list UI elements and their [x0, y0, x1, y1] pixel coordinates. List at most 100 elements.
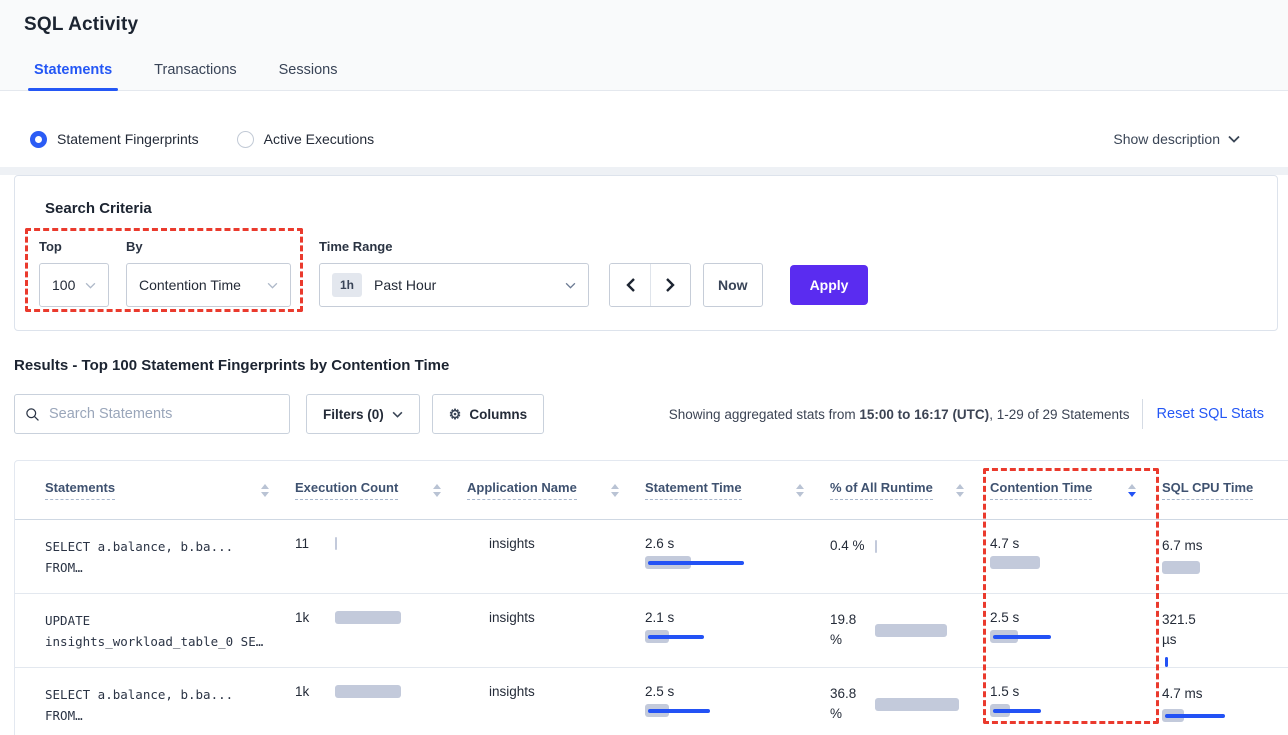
- col-header-application-name[interactable]: Application Name: [467, 480, 645, 500]
- radio-active-executions[interactable]: Active Executions: [237, 131, 375, 148]
- radio-unselected-icon[interactable]: [237, 131, 254, 148]
- apply-button[interactable]: Apply: [790, 265, 869, 305]
- sort-icon[interactable]: [611, 484, 619, 497]
- time-range-label: Time Range: [319, 239, 589, 254]
- tab-transactions[interactable]: Transactions: [154, 62, 236, 91]
- vertical-divider: [1142, 399, 1143, 429]
- sql-activity-page: SQL Activity Statements Transactions Ses…: [0, 0, 1288, 735]
- time-range-pager: [609, 263, 691, 307]
- next-time-button[interactable]: [650, 264, 690, 306]
- time-range-value: Past Hour: [374, 277, 436, 293]
- search-icon: [25, 407, 40, 422]
- tab-statements[interactable]: Statements: [34, 62, 112, 91]
- contention-time-cell: 2.5 s: [990, 610, 1162, 643]
- radio-label: Active Executions: [264, 131, 375, 147]
- search-statements-box[interactable]: [14, 394, 290, 434]
- table-row[interactable]: SELECT a.balance, b.ba... FROM… 11 insig…: [15, 519, 1288, 593]
- pct-runtime-bar: [875, 624, 947, 637]
- section-gap: [0, 167, 1288, 175]
- pct-runtime-bar: [875, 540, 877, 553]
- table-row[interactable]: UPDATE insights_workload_table_0 SE… 1k …: [15, 593, 1288, 667]
- sql-cpu-time-cell: 4.7 ms: [1162, 684, 1288, 722]
- table-row[interactable]: SELECT a.balance, b.ba... FROM… 1k insig…: [15, 667, 1288, 735]
- statement-time-cell: 2.6 s: [645, 536, 830, 569]
- statement-time-bar: [645, 630, 830, 643]
- show-description-toggle[interactable]: Show description: [1113, 131, 1258, 147]
- top-select[interactable]: 100: [39, 263, 109, 307]
- time-range-badge: 1h: [332, 273, 362, 297]
- prev-time-button[interactable]: [610, 264, 650, 306]
- time-range-field: Time Range 1h Past Hour: [319, 239, 589, 307]
- execution-count-cell: 1k: [295, 610, 467, 625]
- chevron-down-icon: [1228, 135, 1240, 143]
- by-label: By: [126, 239, 291, 254]
- tab-bar: Statements Transactions Sessions: [34, 62, 1288, 91]
- page-header: SQL Activity Statements Transactions Ses…: [0, 0, 1288, 91]
- contention-time-cell: 1.5 s: [990, 684, 1162, 717]
- radio-statement-fingerprints[interactable]: Statement Fingerprints: [30, 131, 199, 148]
- tab-sessions[interactable]: Sessions: [279, 62, 338, 91]
- statements-table: Statements Execution Count Application N…: [14, 460, 1288, 735]
- by-field: By Contention Time: [126, 239, 291, 307]
- execution-count-bar: [335, 537, 337, 550]
- showing-stats-text: Showing aggregated stats from 15:00 to 1…: [669, 407, 1130, 422]
- pct-runtime-cell: 19.8 %: [830, 610, 990, 650]
- show-description-label: Show description: [1113, 131, 1220, 147]
- radio-selected-icon[interactable]: [30, 131, 47, 148]
- col-header-sql-cpu-time[interactable]: SQL CPU Time: [1162, 480, 1288, 500]
- statement-time-cell: 2.1 s: [645, 610, 830, 643]
- sql-cpu-time-cell: 321.5 µs: [1162, 610, 1288, 668]
- columns-button[interactable]: ⚙ Columns: [432, 394, 544, 434]
- top-label: Top: [39, 239, 109, 254]
- application-name-cell: insights: [467, 684, 645, 699]
- statement-fingerprint-link[interactable]: UPDATE insights_workload_table_0 SE…: [45, 610, 295, 652]
- search-criteria-heading: Search Criteria: [45, 200, 1277, 217]
- contention-time-bar: [990, 704, 1162, 717]
- reset-wrap: Reset SQL Stats: [1130, 399, 1274, 429]
- sort-icon[interactable]: [261, 484, 269, 497]
- statement-fingerprint-link[interactable]: SELECT a.balance, b.ba... FROM…: [45, 536, 295, 578]
- filters-button[interactable]: Filters (0): [306, 394, 420, 434]
- sort-icon[interactable]: [956, 484, 964, 497]
- by-select[interactable]: Contention Time: [126, 263, 291, 307]
- view-toggle-bar: Statement Fingerprints Active Executions…: [0, 111, 1288, 167]
- sql-cpu-time-bar: [1162, 561, 1288, 574]
- chevron-down-icon: [392, 411, 403, 418]
- columns-label: Columns: [469, 407, 527, 422]
- sort-icon[interactable]: [796, 484, 804, 497]
- results-controls: Filters (0) ⚙ Columns Showing aggregated…: [14, 394, 1274, 434]
- sort-desc-icon[interactable]: [1128, 484, 1136, 497]
- col-header-statement-time[interactable]: Statement Time: [645, 480, 830, 500]
- col-header-contention-time[interactable]: Contention Time: [990, 480, 1162, 500]
- chevron-down-icon: [267, 282, 278, 289]
- statement-time-cell: 2.5 s: [645, 684, 830, 717]
- now-button[interactable]: Now: [703, 263, 763, 307]
- radio-label: Statement Fingerprints: [57, 131, 199, 147]
- search-criteria-controls: Top 100 By Contention Time Time Range 1h…: [45, 239, 1277, 307]
- statement-fingerprint-link[interactable]: SELECT a.balance, b.ba... FROM…: [45, 684, 295, 726]
- col-header-statements[interactable]: Statements: [45, 480, 295, 500]
- reset-sql-stats-link[interactable]: Reset SQL Stats: [1157, 406, 1274, 422]
- contention-time-bar: [990, 556, 1162, 569]
- chevron-right-icon: [666, 278, 675, 292]
- execution-count-cell: 11: [295, 536, 467, 551]
- application-name-cell: insights: [467, 610, 645, 625]
- by-select-value: Contention Time: [139, 277, 241, 293]
- sort-icon[interactable]: [433, 484, 441, 497]
- pct-runtime-cell: 36.8 %: [830, 684, 990, 724]
- time-range-select[interactable]: 1h Past Hour: [319, 263, 589, 307]
- col-header-pct-all-runtime[interactable]: % of All Runtime: [830, 480, 990, 500]
- filters-label: Filters (0): [323, 407, 384, 422]
- statement-time-bar: [645, 704, 830, 717]
- pct-runtime-bar: [875, 698, 959, 711]
- col-header-execution-count[interactable]: Execution Count: [295, 480, 467, 500]
- contention-time-cell: 4.7 s: [990, 536, 1162, 569]
- execution-count-bar: [335, 685, 401, 698]
- top-field: Top 100: [39, 239, 109, 307]
- search-statements-input[interactable]: [49, 406, 279, 422]
- statement-time-bar: [645, 556, 830, 569]
- chevron-left-icon: [626, 278, 635, 292]
- top-select-value: 100: [52, 277, 75, 293]
- execution-count-bar: [335, 611, 401, 624]
- chevron-down-icon: [565, 282, 576, 289]
